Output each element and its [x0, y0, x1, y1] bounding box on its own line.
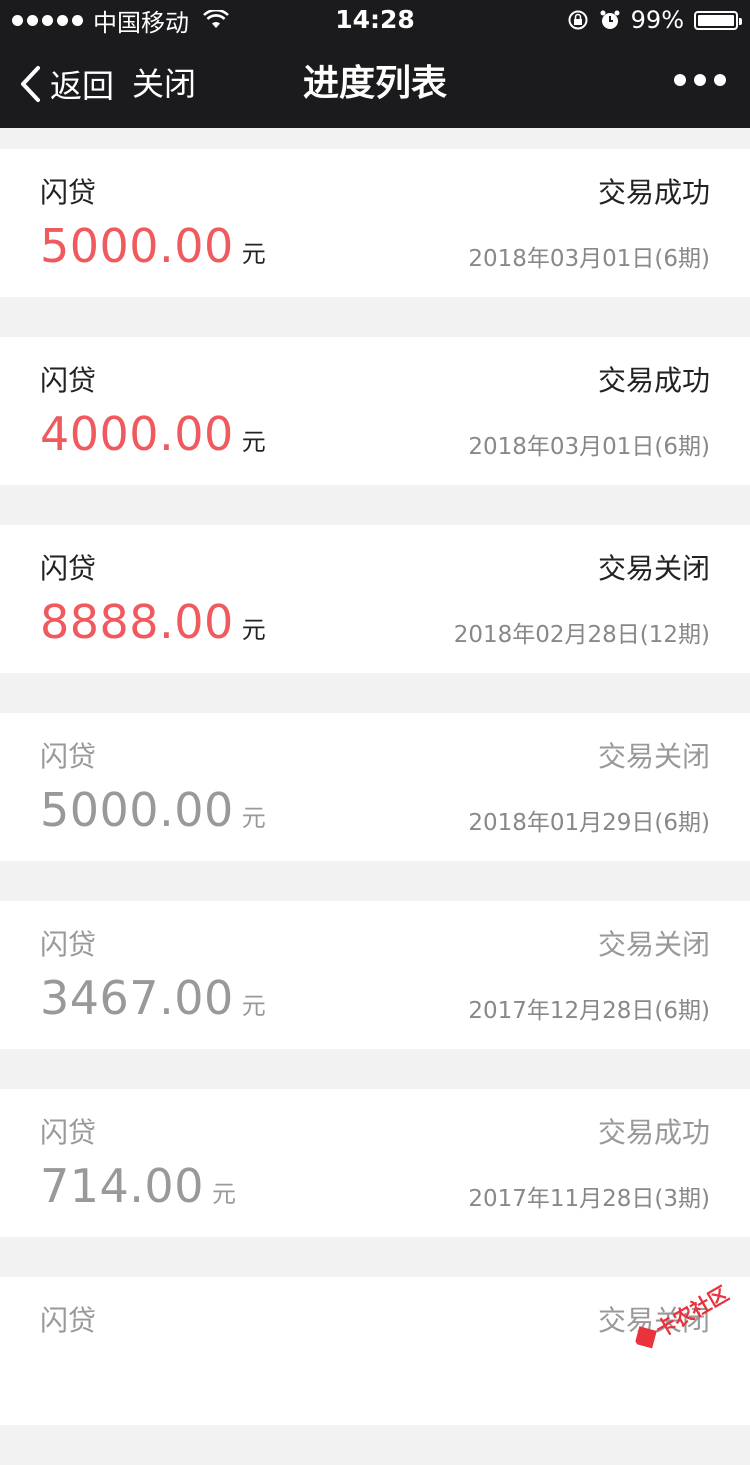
loan-status: 交易关闭	[597, 928, 710, 961]
currency-unit: 元	[241, 240, 266, 268]
loan-amount: 714.00	[40, 1159, 204, 1213]
loan-date: 2018年01月29日(6期)	[468, 810, 710, 836]
loan-card[interactable]: 闪贷 交易关闭 3467.00 元 2017年12月28日(6期)	[0, 901, 750, 1049]
chevron-left-icon	[21, 66, 40, 102]
loan-amount: 8888.00	[40, 595, 234, 649]
status-right: 99%	[567, 0, 742, 40]
amount-group: 3467.00 元	[40, 971, 266, 1025]
amount-group: 714.00 元	[40, 1159, 236, 1213]
navigation-bar: 返回 关闭 进度列表	[0, 40, 750, 128]
loan-name: 闪贷	[40, 740, 97, 773]
currency-unit: 元	[241, 992, 266, 1020]
battery-icon	[694, 10, 742, 30]
loan-name: 闪贷	[40, 1116, 97, 1149]
loan-date: 2017年11月28日(3期)	[468, 1186, 710, 1212]
loan-status: 交易成功	[597, 364, 710, 397]
loan-card[interactable]: 闪贷 交易成功 4000.00 元 2018年03月01日(6期)	[0, 337, 750, 485]
currency-unit: 元	[241, 616, 266, 644]
loan-card[interactable]: 闪贷 交易成功 714.00 元 2017年11月28日(3期)	[0, 1089, 750, 1237]
loan-amount: 5000.00	[40, 783, 234, 837]
battery-percent: 99%	[630, 6, 684, 34]
loan-status: 交易成功	[597, 176, 710, 209]
loan-status: 交易关闭	[597, 740, 710, 773]
battery-level-fill	[698, 14, 734, 26]
loan-amount: 5000.00	[40, 219, 234, 273]
rotation-lock-icon	[568, 10, 588, 30]
amount-group: 5000.00 元	[40, 783, 266, 837]
loan-date: 2018年03月01日(6期)	[468, 246, 710, 272]
loan-name: 闪贷	[40, 364, 97, 397]
amount-group: 5000.00 元	[40, 219, 266, 273]
loan-amount: 3467.00	[40, 971, 234, 1025]
back-button[interactable]: 返回	[18, 64, 115, 105]
loan-name: 闪贷	[40, 1304, 97, 1337]
loan-card[interactable]: 闪贷 交易关闭 8888.00 元 2018年02月28日(12期)	[0, 525, 750, 673]
amount-group: 4000.00 元	[40, 407, 266, 461]
loan-name: 闪贷	[40, 928, 97, 961]
loan-card[interactable]: 闪贷 交易成功 5000.00 元 2018年03月01日(6期)	[0, 149, 750, 297]
amount-group: 8888.00 元	[40, 595, 266, 649]
loan-amount: 4000.00	[40, 407, 234, 461]
loan-name: 闪贷	[40, 552, 97, 585]
more-options-icon[interactable]	[674, 74, 726, 86]
status-bar: 中国移动 14:28 99%	[0, 0, 750, 40]
loan-list: 闪贷 交易成功 5000.00 元 2018年03月01日(6期) 闪贷 交易成…	[0, 149, 750, 1465]
back-label: 返回	[50, 67, 115, 105]
currency-unit: 元	[241, 428, 266, 456]
close-button[interactable]: 关闭	[132, 64, 196, 104]
loan-date: 2018年02月28日(12期)	[453, 622, 710, 648]
loan-date: 2018年03月01日(6期)	[468, 434, 710, 460]
loan-card[interactable]: 闪贷 交易关闭 5000.00 元 2018年01月29日(6期)	[0, 713, 750, 861]
loan-date: 2017年12月28日(6期)	[468, 998, 710, 1024]
loan-card[interactable]: 闪贷 交易关闭	[0, 1277, 750, 1425]
currency-unit: 元	[211, 1180, 236, 1208]
currency-unit: 元	[241, 804, 266, 832]
loan-name: 闪贷	[40, 176, 97, 209]
loan-status: 交易关闭	[597, 552, 710, 585]
loan-status: 交易成功	[597, 1116, 710, 1149]
alarm-icon	[600, 10, 620, 29]
